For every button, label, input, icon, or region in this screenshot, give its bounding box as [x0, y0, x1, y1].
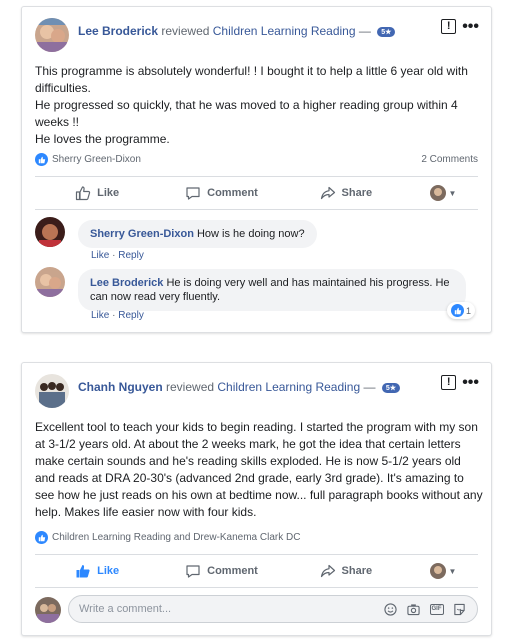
gif-icon[interactable]: GIF: [429, 602, 444, 617]
likers-link[interactable]: Children Learning Reading and Drew-Kanem…: [35, 531, 300, 544]
author-name[interactable]: Chanh Nguyen: [78, 380, 163, 394]
separator: ·: [112, 310, 116, 321]
comment-input[interactable]: [79, 603, 383, 615]
share-label: Share: [341, 187, 373, 199]
like-button[interactable]: Like: [35, 185, 159, 201]
review-post: Chanh Nguyen reviewed Children Learning …: [21, 362, 492, 636]
thumbs-up-filled-icon: [76, 565, 90, 578]
reactions-summary: Sherry Green-Dixon 2 Comments: [35, 153, 478, 166]
comment-text: How is he doing now?: [196, 228, 305, 240]
header-dash: —: [358, 24, 371, 38]
divider: [35, 587, 478, 588]
thumbs-up-icon: [76, 186, 91, 201]
comment-label: Comment: [207, 565, 258, 577]
comment-actions: Like · Reply: [91, 310, 144, 321]
comment-icon: [186, 565, 200, 578]
reactions-summary: Children Learning Reading and Drew-Kanem…: [35, 531, 478, 544]
share-button[interactable]: Share: [284, 185, 408, 201]
more-options-icon[interactable]: •••: [462, 374, 479, 390]
author-name[interactable]: Lee Broderick: [78, 24, 158, 38]
reaction-count: 1: [466, 305, 472, 316]
post-paragraph: He progressed so quickly, that he was mo…: [35, 98, 458, 129]
comment-button[interactable]: Comment: [159, 563, 283, 579]
post-header: Lee Broderick reviewed Children Learning…: [78, 24, 396, 38]
comment-like-link[interactable]: Like: [91, 250, 109, 261]
post-paragraph: Excellent tool to teach your kids to beg…: [35, 420, 483, 519]
post-body: Excellent tool to teach your kids to beg…: [35, 419, 483, 521]
page-link[interactable]: Children Learning Reading: [213, 24, 356, 38]
share-icon: [320, 186, 335, 200]
review-post: Lee Broderick reviewed Children Learning…: [21, 6, 492, 333]
separator: ·: [112, 250, 116, 261]
sticker-icon[interactable]: [452, 602, 467, 617]
review-verb: reviewed: [166, 380, 215, 394]
camera-icon[interactable]: [406, 602, 421, 617]
comment-reply-link[interactable]: Reply: [118, 250, 144, 261]
review-verb: reviewed: [161, 24, 210, 38]
likers-names: Sherry Green-Dixon: [52, 154, 141, 166]
comment-composer: GIF: [35, 595, 478, 625]
current-user-avatar: [35, 597, 61, 623]
comment-reply-link[interactable]: Reply: [118, 310, 144, 321]
comment-like-link[interactable]: Like: [91, 310, 109, 321]
likers-names: Children Learning Reading and Drew-Kanem…: [52, 532, 301, 544]
comment-bubble: Lee Broderick He is doing very well and …: [78, 269, 466, 311]
thumbs-up-reaction-icon: [451, 304, 464, 317]
post-header: Chanh Nguyen reviewed Children Learning …: [78, 380, 401, 394]
like-label: Like: [97, 565, 120, 577]
emoji-icon[interactable]: [383, 602, 398, 617]
comments-count[interactable]: 2 Comments: [421, 154, 478, 165]
author-avatar[interactable]: [35, 374, 69, 408]
like-label: Like: [97, 187, 120, 199]
thumbs-up-reaction-icon: [35, 531, 48, 544]
header-dash: —: [363, 380, 376, 394]
post-paragraph: He loves the programme.: [35, 132, 170, 146]
comment-reaction-count[interactable]: 1: [447, 302, 476, 319]
chevron-down-icon: ▼: [448, 188, 457, 198]
like-button[interactable]: Like: [35, 563, 159, 579]
action-bar: Like Comment Share ▼: [35, 177, 478, 209]
share-button[interactable]: Share: [284, 563, 408, 579]
react-as-selector[interactable]: ▼: [408, 185, 478, 201]
comment-button[interactable]: Comment: [159, 185, 283, 201]
rating-badge: 5★: [381, 383, 401, 393]
comment-input-box[interactable]: GIF: [68, 595, 478, 623]
comment-bubble: Sherry Green-Dixon How is he doing now?: [78, 220, 317, 248]
post-body: This programme is absolutely wonderful! …: [35, 63, 483, 148]
comment-label: Comment: [207, 187, 258, 199]
share-label: Share: [341, 565, 373, 577]
report-icon[interactable]: !: [441, 19, 457, 34]
commenter-name[interactable]: Sherry Green-Dixon: [90, 228, 194, 240]
chevron-down-icon: ▼: [448, 566, 457, 576]
comment-actions: Like · Reply: [91, 250, 144, 261]
share-icon: [320, 564, 335, 578]
author-avatar[interactable]: [35, 18, 69, 52]
page-avatar: [429, 185, 446, 201]
post-paragraph: This programme is absolutely wonderful! …: [35, 64, 468, 95]
page-avatar: [429, 563, 446, 579]
rating-badge: 5★: [377, 27, 396, 37]
comment-icon: [186, 187, 200, 200]
commenter-avatar[interactable]: [35, 217, 65, 247]
commenter-avatar[interactable]: [35, 267, 65, 297]
commenter-name[interactable]: Lee Broderick: [90, 277, 163, 289]
thumbs-up-reaction-icon: [35, 153, 48, 166]
divider: [35, 209, 478, 210]
react-as-selector[interactable]: ▼: [408, 563, 478, 579]
gif-label: GIF: [429, 603, 444, 615]
report-icon[interactable]: !: [441, 375, 457, 390]
more-options-icon[interactable]: •••: [462, 18, 479, 34]
action-bar: Like Comment Share ▼: [35, 555, 478, 587]
page-link[interactable]: Children Learning Reading: [217, 380, 360, 394]
likers-link[interactable]: Sherry Green-Dixon: [35, 153, 141, 166]
